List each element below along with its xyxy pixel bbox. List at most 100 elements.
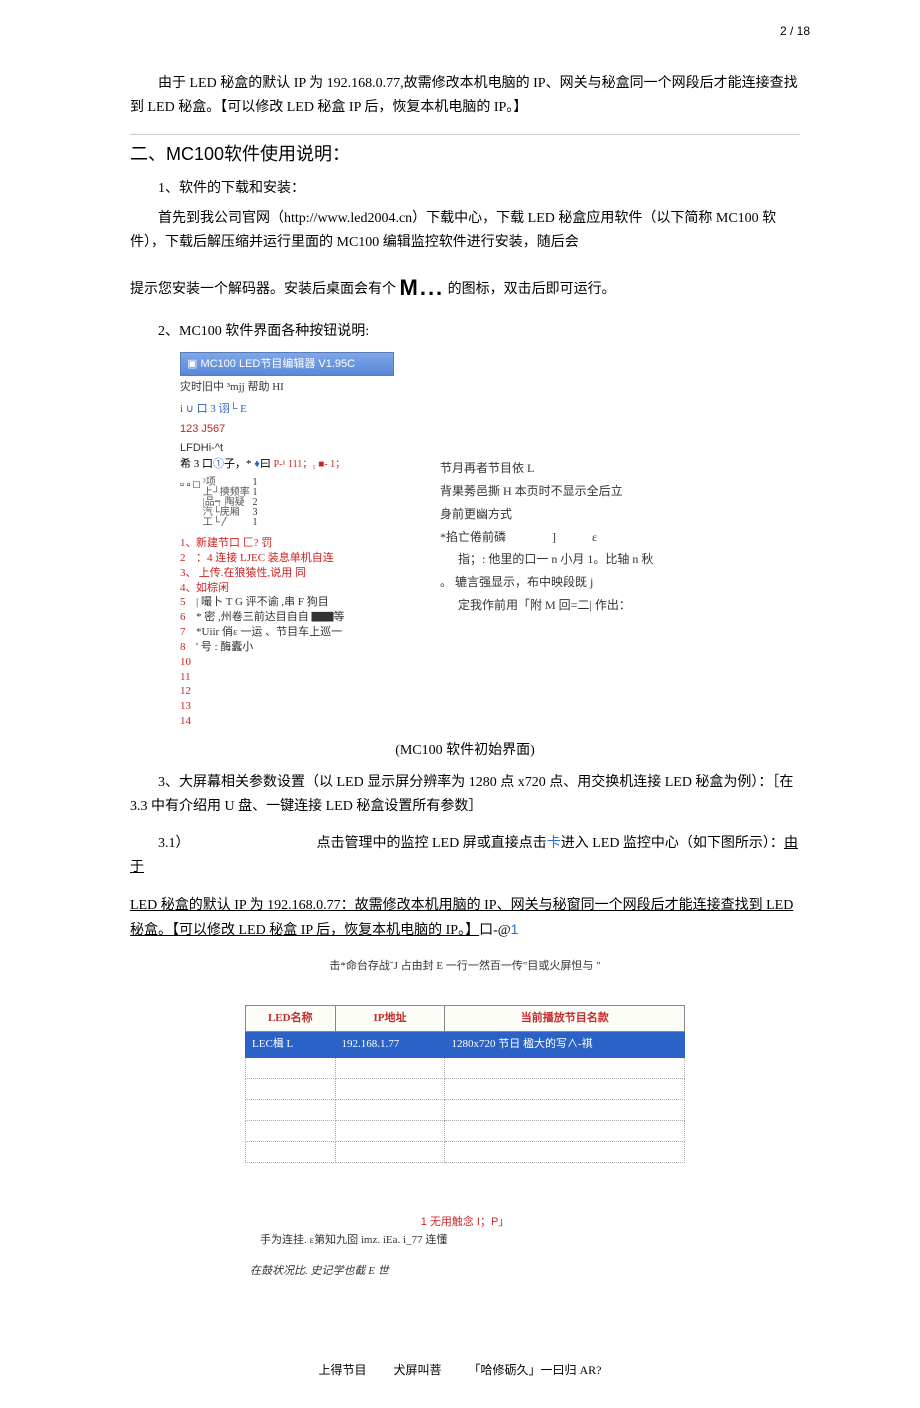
led-table-figure: LED名称 IP地址 当前播放节目名款 LEC楫 L 192.168.1.77 … <box>245 1005 685 1162</box>
app-titlebar: ▣ MC100 LED节目编辑器 V1.95C <box>180 352 394 377</box>
app-title: MC100 LED节目编辑器 V1.95C <box>200 358 355 370</box>
app-toolbar-1[interactable]: i ∪ 口 3 诩└ E <box>180 399 800 420</box>
footer-line-2: 手为连挂. ε第知九囵 imz. iEa. i_77 连懂 <box>130 1231 800 1250</box>
s31-tail: 口-@ <box>479 923 511 938</box>
app-screenshot: ▣ MC100 LED节目编辑器 V1.95C 灾时旧中 ³mjj 帮助 HI … <box>180 352 800 729</box>
list-item: 2：4 连接 LJEC 装息单机自连 <box>180 551 410 566</box>
s31-num: 3.1） <box>130 832 190 856</box>
t3: 上传.在狼猿性,说用 同 <box>196 567 306 579</box>
n8: 8 <box>180 640 196 655</box>
n3: 3、 <box>180 566 196 581</box>
app-right-panel: 节月再者节目依 L 背果莠邑撕 H 本页时不显示全后立 身前更幽方式 *掐亡倦前… <box>440 457 653 617</box>
n5: 5 <box>180 595 196 610</box>
bottom-a: 上得节目 <box>318 1363 366 1377</box>
t2: ：4 连接 LJEC 装息单机自连 <box>196 552 334 564</box>
r-l4b: ] <box>552 530 556 544</box>
r-l4: *掐亡倦前磷 ] ε <box>440 526 653 549</box>
footer-red-line: 1 无用触念 I；P」 <box>130 1213 800 1232</box>
n6: 6 <box>180 610 196 625</box>
table-row[interactable] <box>246 1057 685 1078</box>
bottom-line: 上得节目 犬屏叫菩 「哈修砺久」一曰归 AR? <box>0 1361 920 1408</box>
table-row[interactable] <box>246 1120 685 1141</box>
section-2-1-p2: 提示您安装一个解码器。安装后桌面会有个 M... 的图标，双击后即可运行。 <box>130 269 800 306</box>
desktop-icon-label: M... <box>400 275 445 300</box>
window-icon: ▣ <box>187 358 200 370</box>
led-table: LED名称 IP地址 当前播放节目名款 LEC楫 L 192.168.1.77 … <box>245 1005 685 1162</box>
list-item: 7*Uiir 俏ε 一运 、节目车上巡一 <box>180 625 410 640</box>
cell-program: 1280x720 节日 楹大的写∧-祺 <box>445 1031 685 1057</box>
r-l4c: ε <box>592 530 597 544</box>
section-3-1: 3.1） 点击管理中的监控 LED 屏或直接点击卡进入 LED 监控中心（如下图… <box>130 832 800 880</box>
s31-tail2: 1 <box>511 921 519 937</box>
bottom-b: 犬屏叫菩 <box>394 1363 442 1377</box>
r-l2: 背果莠邑撕 H 本页时不显示全后立 <box>440 480 653 503</box>
r-l1: 节月再者节目依 L <box>440 457 653 480</box>
toolbar-line-4[interactable]: 希 3 口①子，* ♦曰 P-¹ 111；₁ ■- 1； <box>180 457 410 472</box>
list-item: 13 <box>180 699 410 714</box>
n10: 11 <box>180 670 196 685</box>
list-item: 8' 号 : 酶蠹小 <box>180 640 410 655</box>
r-l4a: *掐亡倦前磷 <box>440 530 506 544</box>
table-row[interactable]: LEC楫 L 192.168.1.77 1280x720 节日 楹大的写∧-祺 <box>246 1031 685 1057</box>
th-ip[interactable]: IP地址 <box>335 1006 445 1032</box>
s31-link[interactable]: 卡 <box>547 836 561 851</box>
section-2-1-p1: 首先到我公司官网（http://www.led2004.cn）下载中心，下载 L… <box>130 207 800 255</box>
th-name[interactable]: LED名称 <box>246 1006 336 1032</box>
r-l7: 定我作前用「附 M 回=二| 作出： <box>440 594 653 617</box>
s1p2b: 的图标，双击后即可运行。 <box>448 282 616 297</box>
l4b: ① <box>213 458 224 470</box>
section-2-2-title: 2、MC100 软件界面各种按钮说明: <box>130 320 800 344</box>
n7: 7 <box>180 625 196 640</box>
intro-paragraph: 由于 LED 秘盒的默认 IP 为 192.168.0.77,故需修改本机电脑的… <box>130 72 800 120</box>
list-item: 12 <box>180 684 410 699</box>
list-item: 10 <box>180 655 410 670</box>
t8: ' 号 : 酶蠹小 <box>196 641 253 653</box>
section-2-3-para: 3、大屏幕相关参数设置（以 LED 显示屏分辨率为 1280 点 x720 点、… <box>130 771 800 819</box>
footer-line-3: 在鼓状况比. 史记学也截 E 世 <box>130 1262 800 1281</box>
t5: | 嘬卜 T G 评不谕 ,串 F 狗目 <box>196 596 329 608</box>
app-toolbar-3[interactable]: LFDHi-^t <box>180 439 800 458</box>
list-item: 1、新建节口 匚? 罚 <box>180 536 410 551</box>
table-row[interactable] <box>246 1099 685 1120</box>
app-toolbar-2[interactable]: 123 J567 <box>180 420 800 439</box>
h2-prefix: 二、 <box>130 144 166 164</box>
table-row[interactable] <box>246 1078 685 1099</box>
divider <box>130 134 800 135</box>
tree-labels: ³项 上┘摤频率 |品┑陶疑 汽└庑厢 工└〳 <box>203 478 250 528</box>
small-note-line: 击*命台存战˘J 占由封 E 一行一然百一传"目或火屏怛与 " <box>130 957 800 976</box>
t4: 如棕闲 <box>196 582 229 594</box>
n12: 13 <box>180 699 196 714</box>
cell-ip: 192.168.1.77 <box>335 1031 445 1057</box>
list-item: 11 <box>180 670 410 685</box>
r-l5: 指；: 他里的口一 n 小月 1。比轴 n 秋 <box>440 548 653 571</box>
t7: *Uiir 俏ε 一运 、节目车上巡一 <box>196 626 342 638</box>
screenshot-caption: (MC100 软件初始界面) <box>130 739 800 763</box>
t6: * 密 ,州卷三前达目自自 ▇▇等 <box>196 611 345 623</box>
app-left-panel: 希 3 口①子，* ♦曰 P-¹ 111；₁ ■- 1； ▫ ▫ □ ³项 上┘… <box>180 457 410 729</box>
tree-row[interactable]: ▫ ▫ □ ³项 上┘摤频率 |品┑陶疑 汽└庑厢 工└〳 1 1 2 3 1 <box>180 478 410 528</box>
s1p2a: 提示您安装一个解码器。安装后桌面会有个 <box>130 282 396 297</box>
t1: 新建节口 匚? 罚 <box>196 537 272 549</box>
tree-nums: 1 1 2 3 1 <box>253 478 258 528</box>
h2-product: MC100 <box>166 144 224 164</box>
l4a: 希 3 口 <box>180 458 213 470</box>
list-item: 5| 嘬卜 T G 评不谕 ,串 F 狗目 <box>180 595 410 610</box>
list-item: 14 <box>180 714 410 729</box>
app-menubar[interactable]: 灾时旧中 ³mjj 帮助 HI <box>180 376 800 399</box>
n4: 4、 <box>180 581 196 596</box>
n1: 1、 <box>180 536 196 551</box>
section-2-heading: 二、MC100软件使用说明： <box>130 139 800 170</box>
th-program[interactable]: 当前播放节目名款 <box>445 1006 685 1032</box>
document-content: 由于 LED 秘盒的默认 IP 为 192.168.0.77,故需修改本机电脑的… <box>0 38 920 1281</box>
l4c: 子，* <box>224 458 254 470</box>
l4e: 曰 <box>260 458 274 470</box>
s31-text-d: 进入 LED 监控中心（如下图所示）： <box>561 836 784 851</box>
list-item: 6* 密 ,州卷三前达目自自 ▇▇等 <box>180 610 410 625</box>
table-header-row: LED名称 IP地址 当前播放节目名款 <box>246 1006 685 1032</box>
table-row[interactable] <box>246 1141 685 1162</box>
list-item: 4、如棕闲 <box>180 581 410 596</box>
bottom-c: 「哈修砺久」一曰归 AR? <box>469 1363 602 1377</box>
n13: 14 <box>180 714 196 729</box>
tree-markers: ▫ ▫ □ <box>180 479 200 491</box>
r-l3: 身前更幽方式 <box>440 503 653 526</box>
